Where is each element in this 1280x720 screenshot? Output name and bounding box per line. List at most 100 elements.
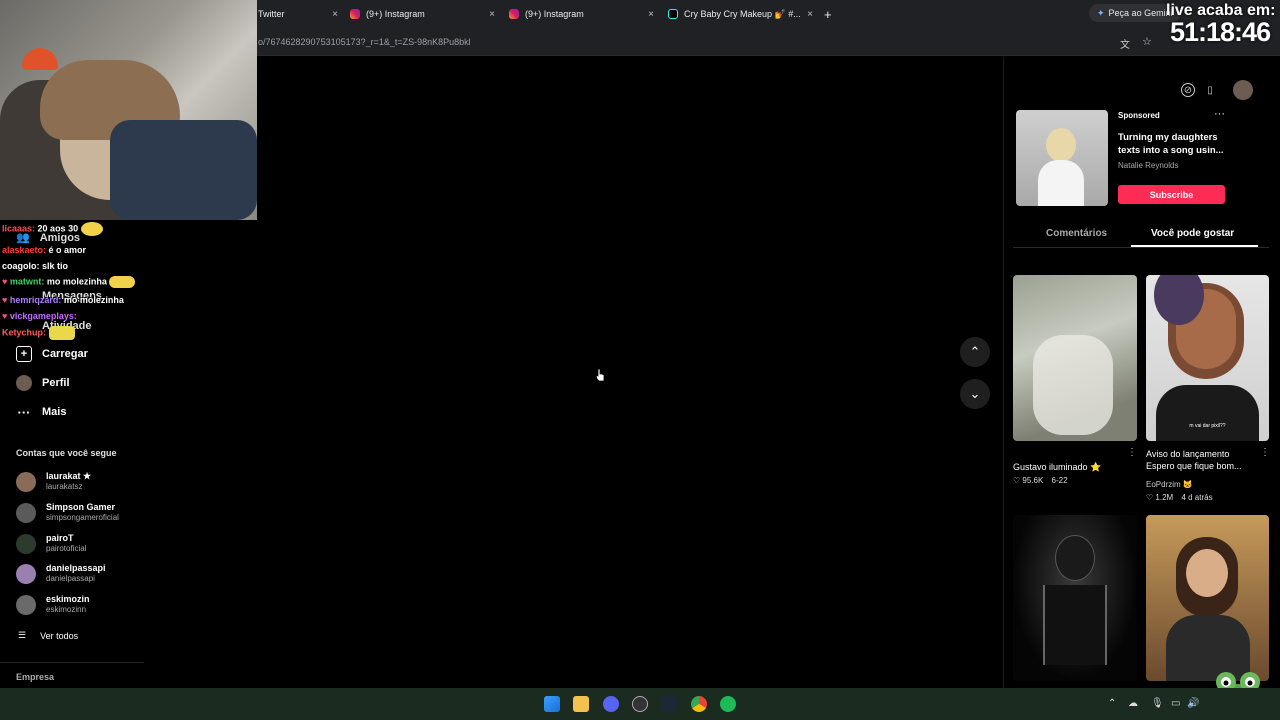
video-date: 4 d atrás [1181, 493, 1213, 502]
sidebar-item-more[interactable]: ··· Mais [16, 404, 67, 420]
tab-instagram-1[interactable]: (9+) Instagram × [350, 4, 495, 24]
account-handle: eskimozinn [46, 605, 87, 614]
subscribe-button[interactable]: Subscribe [1118, 185, 1225, 204]
sidebar-item-profile[interactable]: Perfil [16, 375, 70, 391]
volume-icon[interactable]: 🔊 [1187, 698, 1199, 709]
file-explorer-icon[interactable] [573, 696, 589, 712]
close-icon[interactable]: × [332, 9, 338, 20]
compass-icon[interactable]: ⊘ [1181, 83, 1195, 97]
avatar [16, 375, 32, 391]
avatar [16, 563, 36, 584]
chat-text: slk tio [42, 261, 69, 271]
avatar[interactable] [1233, 80, 1253, 100]
following-item[interactable]: pairoT pairotoficial [16, 533, 86, 554]
avatar [16, 533, 36, 554]
chat-message: ♥ vickgameplays: [2, 311, 77, 321]
chat-user: hemriqzard: [9, 295, 62, 305]
video-thumbnail[interactable] [1013, 515, 1137, 681]
account-handle: danielpassapi [46, 574, 95, 583]
network-icon[interactable]: ▭ [1171, 698, 1180, 709]
shirt-shape [110, 120, 257, 220]
heart-icon: ♥ [2, 276, 8, 287]
tab-comments[interactable]: Comentários [1046, 228, 1107, 239]
translate-icon[interactable]: 文 [1120, 36, 1130, 51]
tab-for-you[interactable]: Você pode gostar [1151, 228, 1234, 239]
sponsored-label: Sponsored [1118, 111, 1160, 120]
more-icon[interactable]: ⋮ [1127, 447, 1137, 458]
chat-text: mo molezinha [63, 295, 124, 305]
heart-icon: ♥ [2, 295, 8, 305]
heart-icon: ♡ [1146, 493, 1154, 502]
spotify-icon[interactable] [720, 696, 736, 712]
app-icon[interactable] [632, 696, 648, 712]
account-handle: pairotoficial [46, 544, 87, 553]
ad-author[interactable]: Natalie Reynolds [1118, 161, 1178, 170]
more-icon[interactable]: ··· [1214, 108, 1225, 120]
instagram-icon [350, 9, 360, 19]
emote-icon [109, 276, 136, 288]
tiktok-icon [668, 9, 678, 19]
avatar [16, 502, 36, 523]
chat-message: licaaas: 20 aos 30 [2, 222, 103, 236]
following-item[interactable]: eskimozin eskimozinn [16, 594, 90, 615]
avatar [16, 594, 36, 615]
star-icon[interactable]: ☆ [1142, 35, 1152, 48]
company-link[interactable]: Empresa [16, 672, 54, 682]
sidebar-item-upload[interactable]: + Carregar [16, 346, 88, 362]
close-icon[interactable]: × [489, 9, 495, 20]
video-caption[interactable]: Aviso do lançamento Espero que fique bom… [1146, 448, 1258, 472]
tab-twitter[interactable]: Twitter × [258, 4, 338, 24]
previous-video-button[interactable]: ⌃ [960, 337, 990, 367]
sidebar-item-label: Perfil [42, 377, 70, 389]
chevron-up-icon[interactable]: ⌃ [1108, 698, 1116, 709]
tab-label: (9+) Instagram [366, 9, 425, 19]
account-handle: laurakatsz [46, 482, 83, 491]
divider [1013, 247, 1269, 248]
microphone-icon[interactable]: 🎙 [1151, 698, 1164, 709]
video-likes: 1.2M [1155, 493, 1174, 502]
close-icon[interactable]: × [807, 9, 813, 20]
hand-cursor-icon [595, 368, 605, 382]
phone-icon[interactable]: ▯ [1203, 83, 1217, 97]
video-thumbnail[interactable]: m vai dar pixil?? [1146, 275, 1269, 441]
next-video-button[interactable]: ⌄ [960, 379, 990, 409]
steam-icon[interactable] [661, 696, 677, 712]
thumbnail-caption: m vai dar pixil?? [1189, 423, 1226, 429]
video-author[interactable]: EoPdrzim 🐱 [1146, 480, 1193, 489]
following-item[interactable]: Simpson Gamer simpsongameroficial [16, 502, 119, 523]
chat-user: coagolo: [2, 261, 40, 271]
video-caption[interactable]: Gustavo iluminado ⭐ [1013, 461, 1133, 473]
ad-thumbnail[interactable] [1016, 110, 1108, 206]
tab-instagram-2[interactable]: (9+) Instagram × [509, 4, 654, 24]
account-name: danielpassapi [46, 563, 106, 573]
heart-icon: ♥ [2, 311, 8, 321]
chat-text: 20 aos 30 [37, 223, 79, 234]
emote-icon [48, 326, 75, 340]
tab-tiktok[interactable]: Cry Baby Cry Makeup 💅 #... × [668, 4, 813, 24]
tab-label: Cry Baby Cry Makeup 💅 #... [684, 8, 801, 19]
video-thumbnail[interactable] [1146, 515, 1269, 681]
tab-label: Twitter [258, 9, 285, 19]
more-icon[interactable]: ⋮ [1260, 447, 1270, 458]
cloud-icon[interactable]: ☁ [1128, 698, 1138, 709]
new-tab-button[interactable]: + [824, 4, 838, 24]
following-item[interactable]: laurakat ★ laurakatsz [16, 471, 91, 492]
discord-icon[interactable] [603, 696, 619, 712]
video-thumbnail[interactable] [1013, 275, 1137, 441]
chat-text: mo molezinha [46, 276, 107, 287]
see-all-link[interactable]: ☰ Ver todos [18, 630, 78, 641]
sidebar-item-label: Carregar [42, 348, 88, 360]
video-player[interactable] [258, 57, 1002, 688]
chrome-icon[interactable] [691, 696, 707, 712]
close-icon[interactable]: × [648, 9, 654, 20]
video-stats: ♡ 95.6K 6-22 [1013, 476, 1068, 485]
chevron-down-icon: ⌄ [969, 386, 981, 401]
more-icon: ··· [17, 404, 31, 420]
list-icon: ☰ [18, 630, 27, 640]
ad-title[interactable]: Turning my daughters texts into a song u… [1118, 131, 1228, 157]
following-item[interactable]: danielpassapi danielpassapi [16, 563, 106, 584]
lamp-shape [22, 48, 58, 70]
windows-start-icon[interactable] [544, 696, 560, 712]
avatar [16, 471, 36, 492]
following-section-title: Contas que você segue [16, 448, 117, 458]
